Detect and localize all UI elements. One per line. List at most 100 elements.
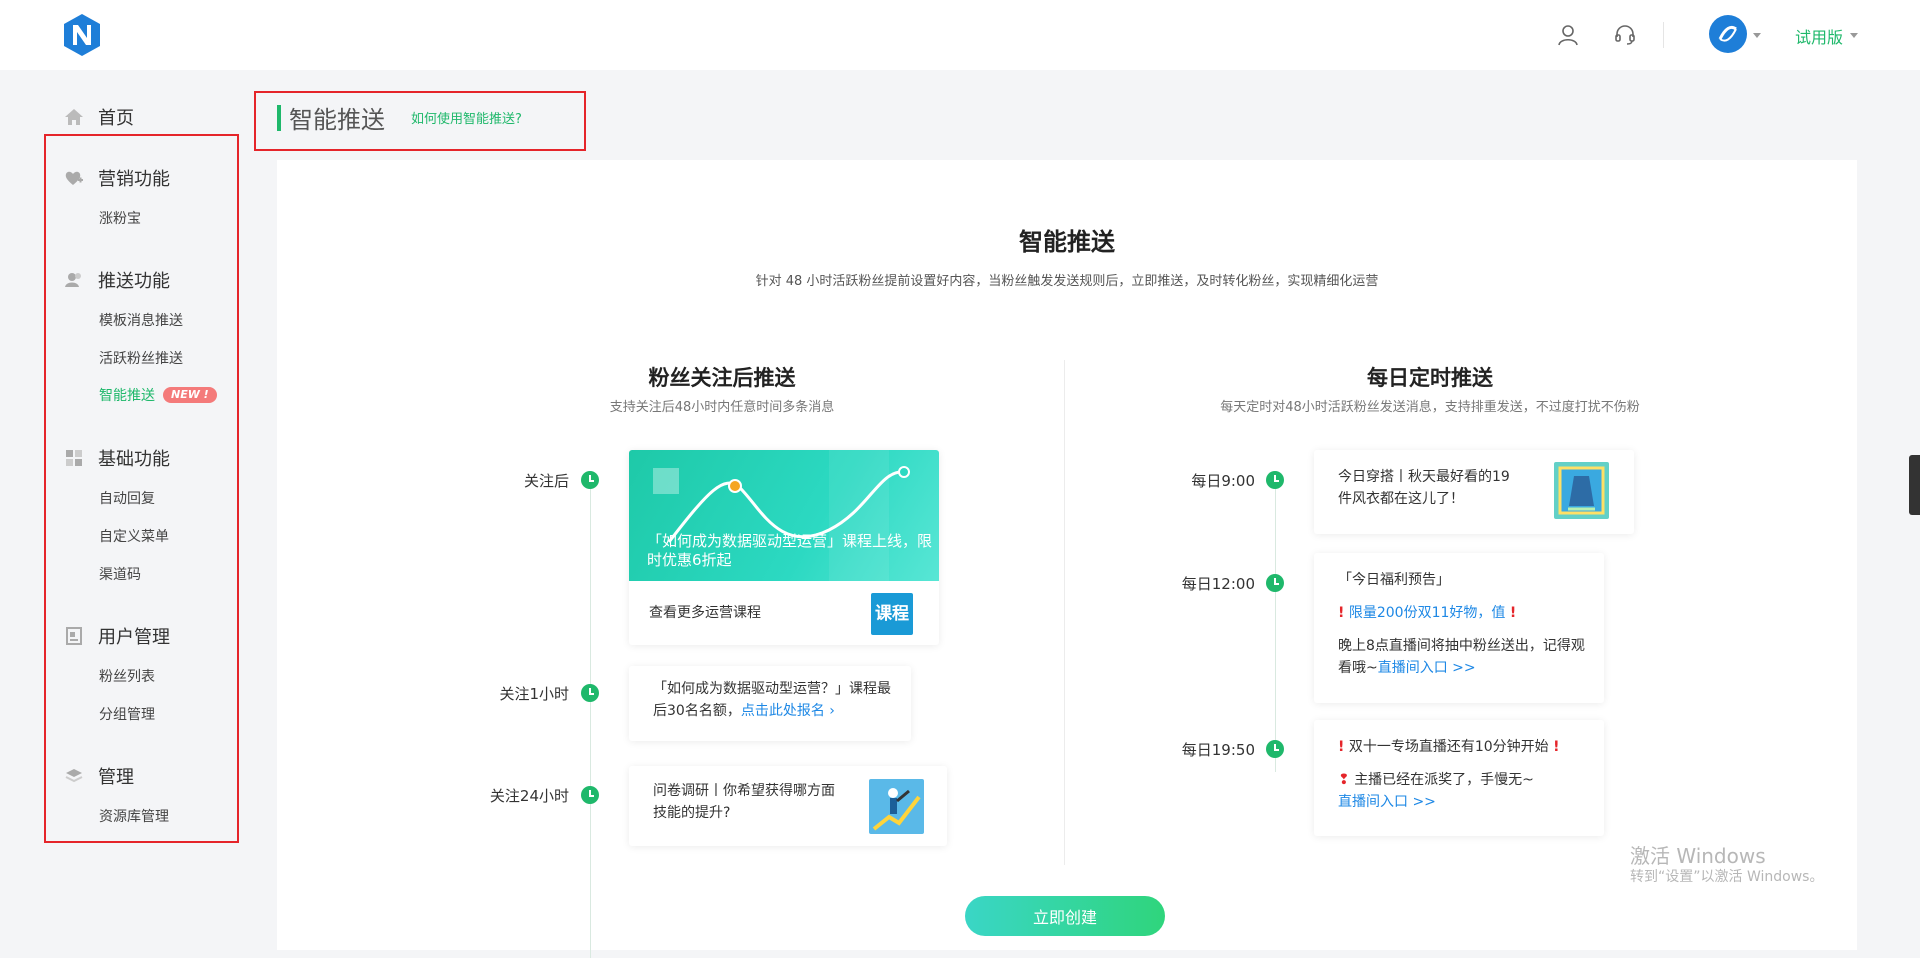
- outfit-article-text: 今日穿搭丨秋天最好看的19件风衣都在这儿了！: [1338, 469, 1510, 507]
- timeline-label: 关注24小时: [489, 787, 569, 805]
- course-reminder-card[interactable]: 「如何成为数据驱动型运营？」课程最后30名名额，点击此处报名 ›: [629, 666, 911, 741]
- outfit-article-card[interactable]: 今日穿搭丨秋天最好看的19件风衣都在这儿了！: [1314, 450, 1634, 534]
- sidebar-section-push[interactable]: 推送功能: [64, 267, 170, 293]
- sidebar-section-management[interactable]: 管理: [64, 763, 134, 789]
- user-card-icon: [64, 626, 84, 646]
- sidebar-item-fans-list[interactable]: 粉丝列表: [99, 666, 155, 686]
- survey-thumbnail: [869, 779, 924, 834]
- sidebar-item-active-fans-push[interactable]: 活跃粉丝推送: [99, 348, 183, 368]
- timeline-label: 关注后: [523, 472, 569, 490]
- survey-text: 问卷调研丨你希望获得哪方面技能的提升?: [653, 783, 835, 821]
- exclamation-icon: !: [1338, 605, 1345, 621]
- live-reminder-card[interactable]: ! 双十一专场直播还有10分钟开始 ! ❢ 主播已经在派奖了，手慢无~ 直播间入…: [1314, 720, 1604, 836]
- home-icon: [64, 107, 84, 127]
- sidebar-item-channel-code[interactable]: 渠道码: [99, 564, 141, 584]
- layers-icon: [64, 766, 84, 786]
- clock-icon: [581, 786, 599, 804]
- create-now-button[interactable]: 立即创建: [965, 896, 1165, 936]
- daily-push-title: 每日定时推送: [1367, 366, 1493, 390]
- course-footer-text: 查看更多运营课程: [649, 605, 761, 621]
- chevron-down-icon[interactable]: [1753, 33, 1761, 38]
- sidebar-section-label: 推送功能: [98, 271, 170, 292]
- clock-icon: [581, 471, 599, 489]
- column-divider: [1064, 360, 1065, 865]
- course-thumbnail: 课程: [871, 593, 913, 635]
- benefit-line-3: 晚上8点直播间将抽中粉丝送出，记得观看哦~直播间入口 >>: [1338, 635, 1588, 679]
- signup-link[interactable]: 点击此处报名: [741, 703, 825, 719]
- page-header: 智能推送 如何使用智能推送?: [277, 100, 522, 135]
- benefit-line-1: 「今日福利预告」: [1338, 572, 1450, 588]
- sidebar-section-marketing[interactable]: 营销功能: [64, 165, 170, 191]
- follow-push-title: 粉丝关注后推送: [648, 366, 796, 390]
- main-card: 智能推送 针对 48 小时活跃粉丝提前设置好内容，当粉丝触发发送规则后，立即推送…: [277, 160, 1857, 958]
- exclamation-icon: !: [1509, 605, 1517, 621]
- sidebar-item-auto-reply[interactable]: 自动回复: [99, 488, 155, 508]
- sidebar-section-user-management[interactable]: 用户管理: [64, 623, 170, 649]
- trial-version-menu[interactable]: 试用版: [1795, 24, 1843, 48]
- exclamation-heart-icon: ❢: [1338, 772, 1350, 788]
- heart-plus-icon: [64, 168, 84, 188]
- sidebar-item-custom-menu[interactable]: 自定义菜单: [99, 526, 169, 546]
- sidebar-item-resource-library[interactable]: 资源库管理: [99, 806, 169, 826]
- survey-card[interactable]: 问卷调研丨你希望获得哪方面技能的提升?: [629, 766, 947, 846]
- sidebar-section-label: 基础功能: [98, 449, 170, 470]
- course-thumbnail-text: 课程: [875, 604, 909, 624]
- page-title: 智能推送: [289, 106, 385, 134]
- sidebar-item-fan-growth[interactable]: 涨粉宝: [99, 208, 141, 228]
- chevron-right-icon: ›: [824, 703, 835, 719]
- feature-description: 针对 48 小时活跃粉丝提前设置好内容，当粉丝触发发送规则后，立即推送，及时转化…: [755, 274, 1379, 289]
- timeline-label: 关注1小时: [499, 685, 569, 703]
- sidebar-section-label: 管理: [98, 767, 134, 788]
- chevron-down-icon[interactable]: [1850, 33, 1858, 38]
- sidebar-item-label: 智能推送: [99, 388, 155, 404]
- sidebar-item-label: 首页: [98, 108, 134, 129]
- live-room-link[interactable]: 直播间入口 >>: [1338, 791, 1588, 813]
- benefit-highlight-text: 限量200份双11好物，值: [1348, 605, 1506, 621]
- clock-icon: [1266, 574, 1284, 592]
- live-room-link[interactable]: 直播间入口 >>: [1378, 660, 1476, 676]
- exclamation-icon: !: [1553, 739, 1560, 755]
- sidebar-section-label: 营销功能: [98, 169, 170, 190]
- clock-icon: [1266, 740, 1284, 758]
- course-banner-text: 「如何成为数据驱动型运营」课程上线，限时优惠6折起: [647, 532, 933, 569]
- daily-benefit-card[interactable]: 「今日福利预告」 ! 限量200份双11好物，值 ! 晚上8点直播间将抽中粉丝送…: [1314, 553, 1604, 703]
- help-link[interactable]: 如何使用智能推送?: [411, 108, 522, 127]
- title-accent-bar: [277, 104, 281, 131]
- timeline-line: [1275, 480, 1276, 772]
- feature-title: 智能推送: [1019, 228, 1115, 256]
- outfit-thumbnail: [1554, 462, 1609, 519]
- account-avatar[interactable]: [1709, 15, 1747, 53]
- follow-push-subtitle: 支持关注后48小时内任意时间多条消息: [609, 400, 835, 415]
- sidebar-section-label: 用户管理: [98, 627, 170, 648]
- sidebar-section-basic[interactable]: 基础功能: [64, 445, 170, 471]
- course-message-card[interactable]: 「如何成为数据驱动型运营」课程上线，限时优惠6折起 查看更多运营课程 课程: [629, 450, 939, 645]
- grid-icon: [64, 448, 84, 468]
- timeline-label: 每日9:00: [1191, 472, 1255, 490]
- sidebar-item-home[interactable]: 首页: [64, 104, 134, 130]
- user-icon[interactable]: [1553, 20, 1583, 50]
- windows-activation-hint: 转到“设置”以激活 Windows。: [1630, 869, 1824, 885]
- live-countdown-text: 双十一专场直播还有10分钟开始: [1348, 739, 1549, 755]
- top-bar: 试用版: [0, 0, 1920, 70]
- daily-push-subtitle: 每天定时对48小时活跃粉丝发送消息，支持排重发送，不过度打扰不伤粉: [1220, 400, 1640, 415]
- timeline-label: 每日12:00: [1181, 575, 1255, 593]
- clock-icon: [581, 684, 599, 702]
- headset-support-icon[interactable]: [1610, 20, 1640, 50]
- timeline-line: [590, 480, 591, 958]
- sidebar-item-smart-push[interactable]: 智能推送 NEW !: [99, 385, 217, 405]
- live-prize-text: 主播已经在派奖了，手慢无~: [1354, 772, 1534, 788]
- new-badge: NEW !: [163, 387, 217, 403]
- top-divider: [1663, 22, 1664, 48]
- course-banner: 「如何成为数据驱动型运营」课程上线，限时优惠6折起: [629, 450, 939, 581]
- live-line-2: ❢ 主播已经在派奖了，手慢无~: [1338, 769, 1588, 791]
- side-scroll-handle[interactable]: [1909, 455, 1920, 515]
- exclamation-icon: !: [1338, 739, 1345, 755]
- sidebar-item-template-push[interactable]: 模板消息推送: [99, 310, 183, 330]
- live-line-1: ! 双十一专场直播还有10分钟开始 !: [1338, 736, 1588, 758]
- benefit-line-2: ! 限量200份双11好物，值 !: [1338, 602, 1588, 624]
- timeline-label: 每日19:50: [1181, 741, 1255, 759]
- sidebar-item-group-management[interactable]: 分组管理: [99, 704, 155, 724]
- users-icon: [64, 270, 84, 290]
- clock-icon: [1266, 471, 1284, 489]
- app-logo[interactable]: [60, 12, 104, 58]
